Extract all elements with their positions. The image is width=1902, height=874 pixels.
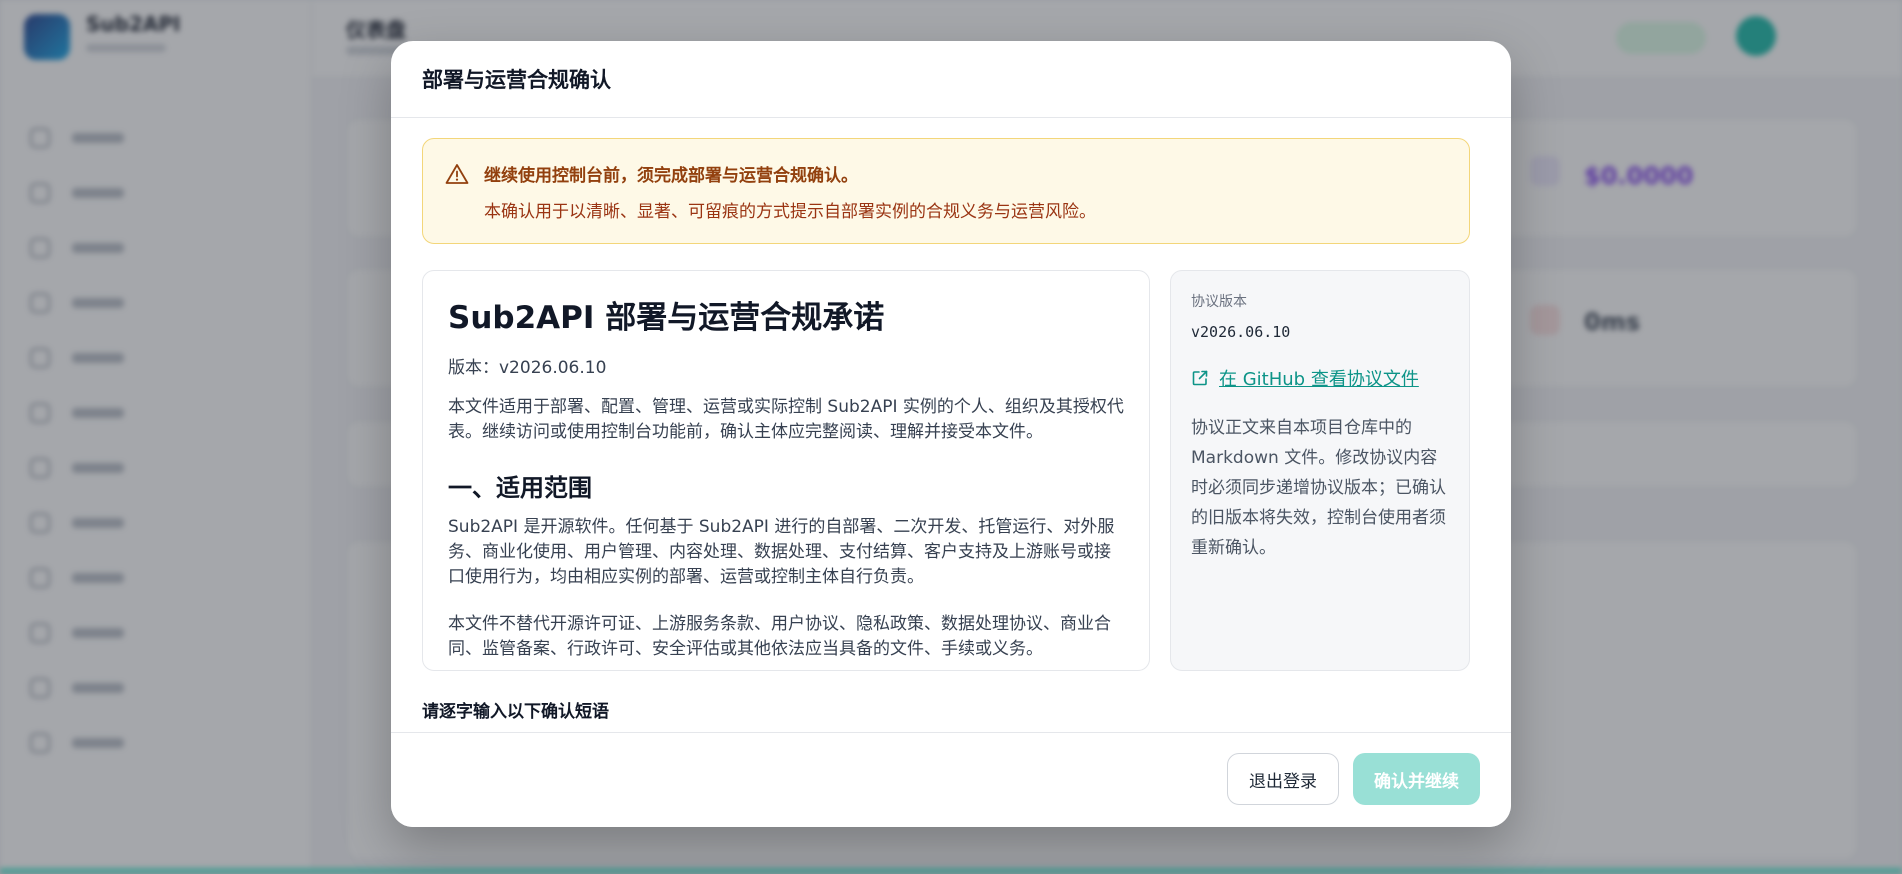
document-heading: Sub2API 部署与运营合规承诺 — [448, 300, 885, 336]
modal-title: 部署与运营合规确认 — [422, 68, 611, 92]
logout-button[interactable]: 退出登录 — [1227, 753, 1339, 805]
external-link-icon — [1192, 370, 1208, 386]
agreement-document[interactable]: Sub2API 部署与运营合规承诺 版本：v2026.06.10 本文件适用于部… — [422, 270, 1150, 671]
section-paragraph: Sub2API 是开源软件。任何基于 Sub2API 进行的自部署、二次开发、托… — [448, 517, 1115, 587]
compliance-modal: 部署与运营合规确认 继续使用控制台前，须完成部署与运营合规确认。 本确认用于以清… — [391, 41, 1511, 827]
modal-header: 部署与运营合规确认 — [391, 41, 1511, 118]
github-link[interactable]: 在 GitHub 查看协议文件 — [1191, 365, 1449, 391]
modal-footer: 退出登录 确认并继续 — [391, 732, 1511, 827]
section-paragraph: 本文件不替代开源许可证、上游服务条款、用户协议、隐私政策、数据处理协议、商业合同… — [448, 614, 1111, 659]
confirm-phrase-label: 请逐字输入以下确认短语 — [422, 702, 609, 722]
version-note: 协议正文来自本项目仓库中的 Markdown 文件。修改协议内容时必须同步递增协… — [1191, 418, 1446, 558]
warning-title: 继续使用控制台前，须完成部署与运营合规确认。 — [484, 166, 858, 186]
warning-body: 本确认用于以清晰、显著、可留痕的方式提示自部署实例的合规义务与运营风险。 — [484, 202, 1096, 222]
warning-triangle-icon — [445, 164, 469, 184]
warning-alert: 继续使用控制台前，须完成部署与运营合规确认。 本确认用于以清晰、显著、可留痕的方… — [422, 138, 1470, 244]
github-link-label: 在 GitHub 查看协议文件 — [1219, 369, 1419, 390]
document-intro: 本文件适用于部署、配置、管理、运营或实际控制 Sub2API 实例的个人、组织及… — [448, 397, 1124, 442]
section-title-scope: 一、适用范围 — [448, 474, 592, 502]
confirm-continue-button[interactable]: 确认并继续 — [1353, 753, 1480, 805]
version-value: v2026.06.10 — [1191, 323, 1291, 341]
document-version: 版本：v2026.06.10 — [448, 358, 607, 378]
agreement-info-panel: 协议版本 v2026.06.10 在 GitHub 查看协议文件 协议正文来自本… — [1170, 270, 1470, 671]
version-label: 协议版本 — [1191, 294, 1247, 310]
